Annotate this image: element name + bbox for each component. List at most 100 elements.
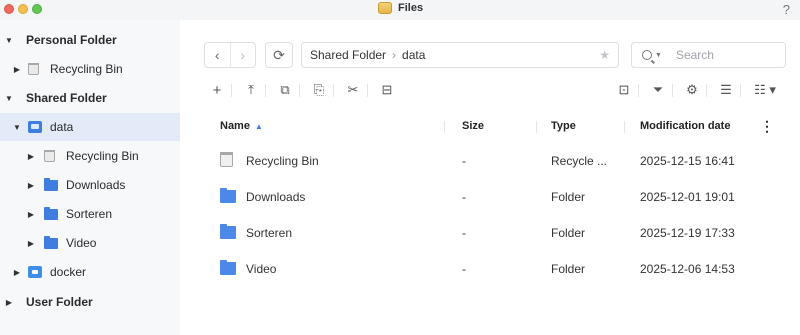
upload-icon[interactable]: ⤒	[241, 80, 261, 100]
folder-icon	[220, 188, 236, 203]
folder-icon	[44, 178, 58, 191]
file-name: Sorteren	[246, 226, 293, 240]
collapse-caret-icon[interactable]: ▶	[12, 65, 22, 74]
expand-caret-icon[interactable]: ▼	[4, 36, 14, 45]
folder-icon	[220, 260, 236, 275]
sidebar-item-data[interactable]: ▼ data	[0, 113, 180, 141]
file-size: -	[462, 190, 466, 204]
column-divider[interactable]	[444, 121, 445, 133]
file-modified: 2025-12-06 14:53	[640, 262, 735, 276]
chevron-down-icon[interactable]: ▼	[655, 52, 662, 59]
breadcrumb-item-data[interactable]: data	[402, 48, 425, 62]
sort-icon[interactable]: ☰	[716, 80, 736, 100]
toolbar-divider	[299, 84, 300, 97]
sidebar-item-label: Video	[66, 236, 97, 250]
table-row[interactable]: Video - Folder 2025-12-06 14:53	[204, 251, 786, 287]
column-header-type[interactable]: Type	[551, 120, 576, 132]
files-app-icon	[378, 2, 392, 14]
sidebar-item-label: data	[50, 120, 74, 134]
copy-icon[interactable]: ⧉	[275, 80, 295, 100]
refresh-button[interactable]: ⟳	[265, 42, 293, 68]
search-input[interactable]: ▼ Search	[631, 42, 786, 68]
add-icon[interactable]: +	[207, 80, 227, 100]
collapse-caret-icon[interactable]: ▶	[26, 152, 36, 161]
sidebar-section-label: Shared Folder	[26, 91, 107, 105]
forward-button[interactable]: ›	[229, 43, 256, 67]
rename-icon[interactable]: ⊟	[377, 80, 397, 100]
minimize-window-button[interactable]	[18, 4, 28, 14]
folder-icon	[220, 224, 236, 239]
view-list-icon[interactable]: ☷ ▾	[750, 80, 780, 100]
column-divider[interactable]	[624, 121, 625, 133]
toolbar-divider	[740, 84, 741, 97]
more-options-icon[interactable]: ⋮	[760, 118, 774, 135]
close-window-button[interactable]	[4, 4, 14, 14]
docker-folder-icon	[28, 266, 42, 278]
collapse-caret-icon[interactable]: ▶	[4, 298, 14, 307]
expand-caret-icon[interactable]: ▼	[4, 94, 14, 103]
toolbar-divider	[333, 84, 334, 97]
column-header-name[interactable]: Name ▲	[220, 120, 263, 132]
breadcrumb-item-shared[interactable]: Shared Folder	[310, 48, 386, 62]
toolbar-divider	[231, 84, 232, 97]
title-bar: Files ?	[0, 0, 800, 20]
file-name: Downloads	[246, 190, 306, 204]
favorite-star-icon[interactable]: ★	[599, 48, 610, 62]
recycle-bin-icon	[44, 150, 58, 162]
filter-icon[interactable]: ⏷	[648, 80, 668, 100]
column-header-modified[interactable]: Modification date	[640, 120, 730, 132]
file-type: Folder	[551, 190, 586, 204]
file-modified: 2025-12-19 17:33	[640, 226, 735, 240]
folder-icon	[44, 236, 58, 249]
refresh-icon: ⟳	[273, 46, 285, 63]
sidebar-item-sorteren[interactable]: ▶ Sorteren	[0, 200, 180, 228]
sidebar-item-personal-recycle[interactable]: ▶ Recycling Bin	[0, 55, 180, 83]
sidebar-section-user[interactable]: ▶ User Folder	[0, 288, 180, 316]
shared-folder-icon	[28, 121, 42, 133]
table-row[interactable]: Downloads - Folder 2025-12-01 19:01	[204, 179, 786, 215]
toolbar-divider	[638, 84, 639, 97]
expand-caret-icon[interactable]: ▼	[12, 123, 22, 132]
sidebar-item-video[interactable]: ▶ Video	[0, 229, 180, 257]
sidebar-item-downloads[interactable]: ▶ Downloads	[0, 171, 180, 199]
cut-icon[interactable]: ✂	[343, 80, 363, 100]
maximize-window-button[interactable]	[32, 4, 42, 14]
move-icon[interactable]: ⎘	[309, 80, 329, 100]
back-button[interactable]: ‹	[205, 43, 230, 67]
help-button[interactable]: ?	[783, 2, 790, 17]
column-divider[interactable]	[536, 121, 537, 133]
sidebar-section-personal[interactable]: ▼ Personal Folder	[0, 26, 180, 54]
table-row[interactable]: Sorteren - Folder 2025-12-19 17:33	[204, 215, 786, 251]
collapse-caret-icon[interactable]: ▶	[26, 239, 36, 248]
search-icon	[642, 50, 652, 60]
sort-ascending-icon[interactable]: ▲	[255, 122, 263, 131]
collapse-caret-icon[interactable]: ▶	[26, 210, 36, 219]
window-title-group: Files	[378, 2, 423, 14]
collapse-caret-icon[interactable]: ▶	[12, 268, 22, 277]
briefcase-icon[interactable]: ⊡	[614, 80, 634, 100]
file-size: -	[462, 154, 466, 168]
table-row[interactable]: Recycling Bin - Recycle ... 2025-12-15 1…	[204, 143, 786, 179]
file-size: -	[462, 262, 466, 276]
toolbar-divider	[367, 84, 368, 97]
toolbar-divider	[672, 84, 673, 97]
sidebar-item-label: Recycling Bin	[66, 149, 139, 163]
sidebar-item-label: Sorteren	[66, 207, 113, 221]
file-modified: 2025-12-15 16:41	[640, 154, 735, 168]
sidebar: ▼ Personal Folder ▶ Recycling Bin ▼ Shar…	[0, 20, 180, 335]
action-toolbar: + ⤒ ⧉ ⎘ ✂ ⊟ ⊡ ⏷ ⚙ ☰ ☷ ▾	[204, 80, 786, 102]
sidebar-item-data-recycle[interactable]: ▶ Recycling Bin	[0, 142, 180, 170]
sidebar-item-label: docker	[50, 265, 87, 279]
gear-icon[interactable]: ⚙	[682, 80, 702, 100]
sidebar-item-docker[interactable]: ▶ docker	[0, 258, 180, 286]
column-header-size[interactable]: Size	[462, 120, 484, 132]
sidebar-section-label: Personal Folder	[26, 33, 117, 47]
sidebar-section-shared[interactable]: ▼ Shared Folder	[0, 84, 180, 112]
file-name: Recycling Bin	[246, 154, 319, 168]
chevron-right-icon: ›	[392, 48, 397, 62]
breadcrumb[interactable]: Shared Folder › data ★	[301, 42, 619, 68]
sidebar-item-label: Downloads	[66, 178, 126, 192]
collapse-caret-icon[interactable]: ▶	[26, 181, 36, 190]
search-placeholder: Search	[675, 48, 714, 62]
recycle-bin-icon	[28, 63, 42, 75]
